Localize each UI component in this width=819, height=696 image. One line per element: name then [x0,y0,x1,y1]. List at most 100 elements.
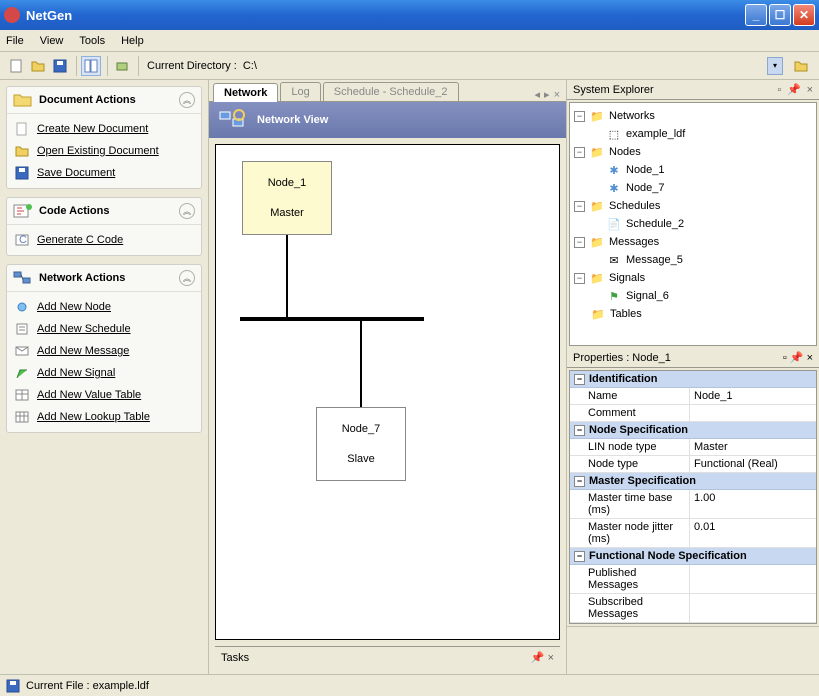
tree-schedule-2[interactable]: 📄Schedule_2 [574,215,812,233]
signal-icon: ⚑ [606,289,622,303]
pin-icon[interactable]: 📌 [790,352,804,364]
new-doc-icon [13,121,31,137]
expander-icon[interactable]: − [574,147,585,158]
close-button[interactable]: ✕ [793,4,815,26]
properties-grid: −Identification NameNode_1 Comment −Node… [569,370,817,624]
tree-nodes[interactable]: −📁Nodes [574,143,812,161]
minimize-button[interactable]: _ [745,4,767,26]
expander-icon[interactable]: − [574,201,585,212]
tree-example-ldf[interactable]: ⬚example_ldf [574,125,812,143]
network-canvas[interactable]: Node_1 Master Node_7 Slave [215,144,560,640]
save-document[interactable]: Save Document [13,162,195,184]
tab-schedule[interactable]: Schedule - Schedule_2 [323,82,459,101]
prop-comment[interactable]: Comment [570,405,816,422]
layout-icon[interactable] [81,56,101,76]
menu-file[interactable]: File [6,35,24,47]
prop-cat-func-spec[interactable]: −Functional Node Specification [570,548,816,565]
add-new-signal[interactable]: Add New Signal [13,362,195,384]
left-panel: Document Actions ︽ Create New Document O… [0,80,208,674]
prop-jitter[interactable]: Master node jitter (ms)0.01 [570,519,816,548]
new-file-icon[interactable] [6,56,26,76]
browse-folder-icon[interactable] [791,56,811,76]
tree-node-7[interactable]: ✱Node_7 [574,179,812,197]
open-existing-document[interactable]: Open Existing Document [13,140,195,162]
center-panel: Network Log Schedule - Schedule_2 ◂ ▸ × … [208,80,567,674]
separator [76,56,77,76]
add-new-lookup-table[interactable]: Add New Lookup Table [13,406,195,428]
tasks-controls: 📌 × [531,651,554,664]
gen-code-icon: C [13,232,31,248]
tab-log[interactable]: Log [280,82,320,101]
pin-icon[interactable]: 📌 [531,652,545,664]
expander-icon[interactable]: − [574,425,585,436]
save-icon[interactable] [50,56,70,76]
tree-signal-6[interactable]: ⚑Signal_6 [574,287,812,305]
prop-node-type[interactable]: Node typeFunctional (Real) [570,456,816,473]
tab-network[interactable]: Network [213,83,278,102]
collapse-button[interactable]: ︽ [179,270,195,286]
collapse-button[interactable]: ︽ [179,203,195,219]
node-icon[interactable] [112,56,132,76]
dock-icon[interactable]: ▫ [783,352,787,364]
tree-schedules[interactable]: −📁Schedules [574,197,812,215]
open-folder-icon[interactable] [28,56,48,76]
folder-icon: 📁 [589,145,605,159]
code-actions-group: Code Actions ︽ C Generate C Code [6,197,202,256]
node-master[interactable]: Node_1 Master [242,161,332,235]
expander-icon[interactable]: − [574,551,585,562]
add-new-node[interactable]: Add New Node [13,296,195,318]
create-new-document[interactable]: Create New Document [13,118,195,140]
prop-cat-master-spec[interactable]: −Master Specification [570,473,816,490]
bus-main [240,317,424,321]
expander-icon[interactable]: − [574,476,585,487]
prop-name[interactable]: NameNode_1 [570,388,816,405]
generate-c-code[interactable]: C Generate C Code [13,229,195,251]
tree-signals[interactable]: −📁Signals [574,269,812,287]
menu-view[interactable]: View [40,35,64,47]
expander-icon[interactable]: − [574,273,585,284]
pin-icon[interactable]: 📌 [787,84,801,96]
prop-sub-messages[interactable]: Subscribed Messages [570,594,816,623]
maximize-button[interactable]: ☐ [769,4,791,26]
current-directory-value: C:\ [243,60,767,72]
expander-icon[interactable]: − [574,237,585,248]
node-name: Node_1 [268,177,307,189]
menu-tools[interactable]: Tools [79,35,105,47]
signal-icon [13,365,31,381]
close-icon[interactable]: × [807,84,813,96]
tab-prev-icon[interactable]: ◂ [535,88,541,101]
tree-message-5[interactable]: ✉Message_5 [574,251,812,269]
add-new-message[interactable]: Add New Message [13,340,195,362]
tree-tables[interactable]: 📁Tables [574,305,812,323]
add-new-value-table[interactable]: Add New Value Table [13,384,195,406]
prop-pub-messages[interactable]: Published Messages [570,565,816,594]
add-new-schedule[interactable]: Add New Schedule [13,318,195,340]
folder-icon: 📁 [589,109,605,123]
prop-cat-node-spec[interactable]: −Node Specification [570,422,816,439]
tasks-panel: Tasks 📌 × [215,646,560,668]
tab-next-icon[interactable]: ▸ [544,88,550,101]
system-explorer-tree[interactable]: −📁Networks ⬚example_ldf −📁Nodes ✱Node_1 … [569,102,817,346]
schedule-icon [13,321,31,337]
close-icon[interactable]: × [548,652,554,664]
menu-help[interactable]: Help [121,35,144,47]
prop-cat-identification[interactable]: −Identification [570,371,816,388]
directory-dropdown[interactable]: ▾ [767,57,783,75]
tree-networks[interactable]: −📁Networks [574,107,812,125]
code-actions-title: Code Actions [39,205,179,217]
collapse-button[interactable]: ︽ [179,92,195,108]
folder-icon: 📁 [589,199,605,213]
tree-messages[interactable]: −📁Messages [574,233,812,251]
main-area: Document Actions ︽ Create New Document O… [0,80,819,674]
expander-icon[interactable]: − [574,374,585,385]
prop-lin-type[interactable]: LIN node typeMaster [570,439,816,456]
tree-node-1[interactable]: ✱Node_1 [574,161,812,179]
prop-time-base[interactable]: Master time base (ms)1.00 [570,490,816,519]
close-icon[interactable]: × [807,352,813,364]
tab-close-icon[interactable]: × [554,89,560,101]
node-slave[interactable]: Node_7 Slave [316,407,406,481]
dock-icon[interactable]: ▫ [777,84,781,96]
folder-icon [13,91,33,109]
menubar: File View Tools Help [0,30,819,52]
expander-icon[interactable]: − [574,111,585,122]
